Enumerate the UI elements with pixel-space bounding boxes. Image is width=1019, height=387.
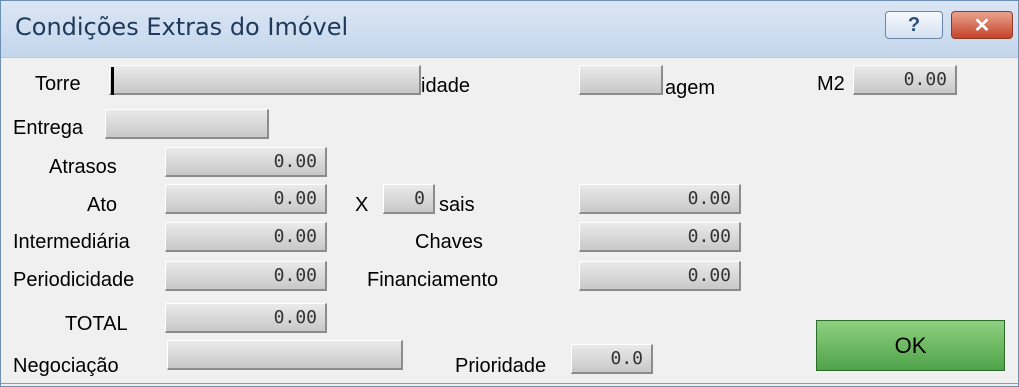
cidade-label: idade bbox=[421, 75, 470, 97]
chaves-label: Chaves bbox=[415, 231, 483, 253]
financiamento-field[interactable]: 0.00 bbox=[579, 261, 741, 291]
atrasos-field[interactable]: 0.00 bbox=[165, 147, 327, 177]
intermediaria-field[interactable]: 0.00 bbox=[165, 222, 327, 252]
prioridade-field[interactable]: 0.0 bbox=[571, 344, 653, 374]
negociacao-label: Negociação bbox=[13, 355, 119, 377]
x-field[interactable]: 0 bbox=[383, 184, 435, 214]
chaves-field[interactable]: 0.00 bbox=[579, 222, 741, 252]
ok-button[interactable]: OK bbox=[816, 320, 1005, 371]
garagem-field[interactable] bbox=[579, 65, 663, 95]
title-bar: Condições Extras do Imóvel ? ✕ bbox=[1, 1, 1018, 58]
help-button[interactable]: ? bbox=[885, 11, 943, 39]
mensais-label: sais bbox=[439, 194, 475, 216]
m2-label: M2 bbox=[817, 73, 845, 95]
ato-field[interactable]: 0.00 bbox=[165, 184, 327, 214]
entrega-label: Entrega bbox=[13, 117, 84, 139]
window-title: Condições Extras do Imóvel bbox=[15, 13, 349, 41]
intermediaria-label: Intermediária bbox=[13, 231, 130, 253]
financiamento-label: Financiamento bbox=[367, 269, 499, 291]
ato-label: Ato bbox=[87, 194, 118, 216]
total-field[interactable]: 0.00 bbox=[165, 303, 327, 333]
entrega-field[interactable] bbox=[105, 109, 269, 139]
prioridade-label: Prioridade bbox=[455, 355, 547, 377]
periodicidade-field[interactable]: 0.00 bbox=[165, 261, 327, 291]
periodicidade-label: Periodicidade bbox=[13, 269, 135, 291]
torre-field[interactable] bbox=[109, 65, 421, 95]
close-button[interactable]: ✕ bbox=[951, 11, 1013, 39]
garagem-label: agem bbox=[665, 77, 716, 99]
atrasos-label: Atrasos bbox=[49, 156, 117, 178]
negociacao-field[interactable] bbox=[167, 340, 403, 370]
dialog-window: Condições Extras do Imóvel ? ✕ Torre ida… bbox=[0, 0, 1019, 387]
x-label: X bbox=[355, 194, 369, 216]
mensais-field[interactable]: 0.00 bbox=[579, 184, 741, 214]
total-label: TOTAL bbox=[65, 313, 128, 335]
text-caret bbox=[111, 67, 114, 95]
torre-label: Torre bbox=[35, 73, 81, 95]
bottom-divider bbox=[1, 383, 1019, 384]
m2-field[interactable]: 0.00 bbox=[853, 65, 957, 95]
